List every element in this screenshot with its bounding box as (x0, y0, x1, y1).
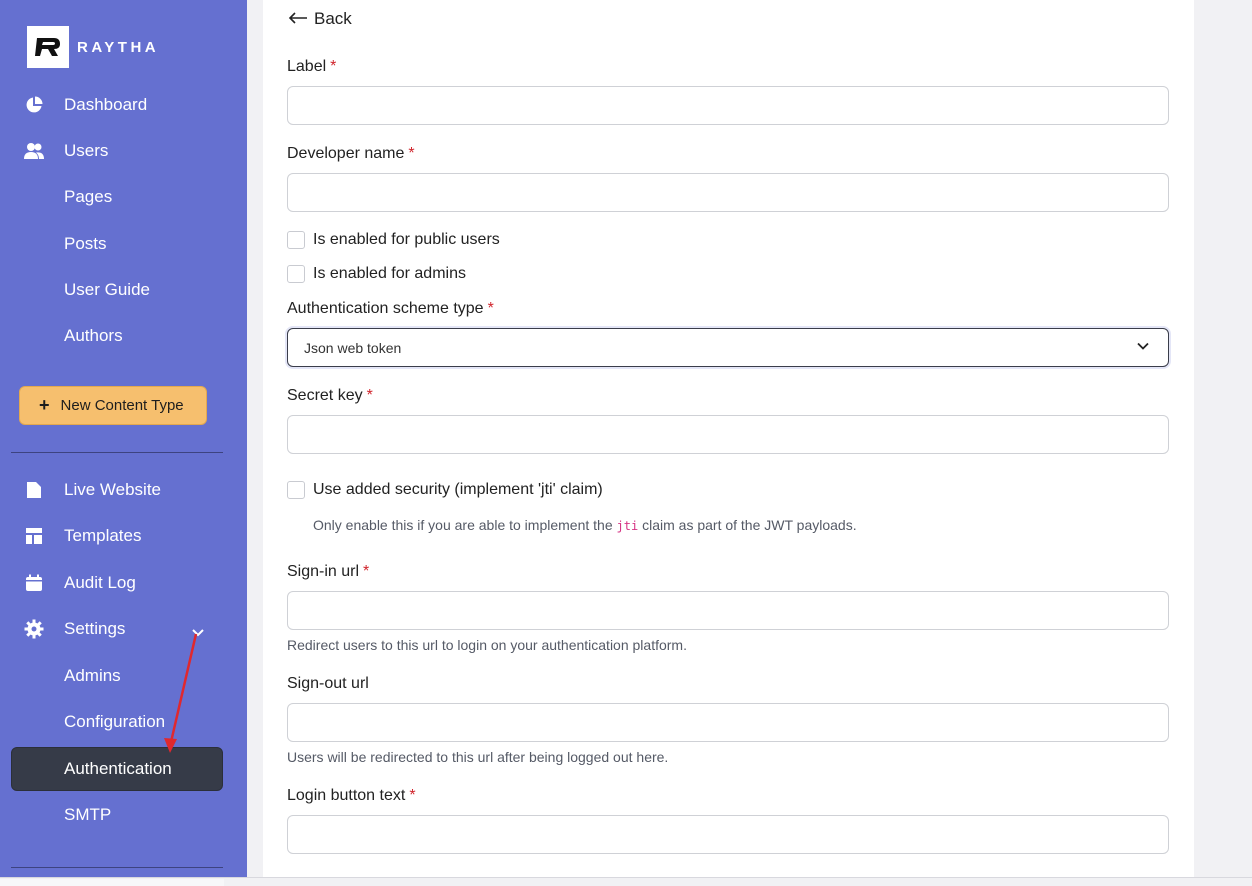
sidebar-item-label: Authentication (64, 759, 172, 778)
sidebar-item-dashboard[interactable]: Dashboard (0, 86, 247, 124)
sidebar-item-live-website[interactable]: Live Website (0, 471, 247, 509)
signin-url-input[interactable] (287, 591, 1169, 630)
jti-label: Use added security (implement 'jti' clai… (313, 481, 603, 498)
sidebar-item-label: Admins (64, 666, 121, 685)
signout-url-help: Users will be redirected to this url aft… (287, 749, 669, 765)
signin-url-help: Redirect users to this url to login on y… (287, 637, 687, 653)
chevron-down-icon (1136, 339, 1150, 358)
jti-checkbox[interactable] (287, 481, 305, 499)
sidebar-item-label: Templates (64, 526, 142, 545)
jti-code: jti (616, 519, 639, 533)
label-field-label: Label * (287, 58, 337, 75)
sidebar-item-authentication[interactable]: Authentication (11, 747, 223, 791)
signout-url-input[interactable] (287, 703, 1169, 742)
label-input[interactable] (287, 86, 1169, 125)
sidebar: RAYTHA Dashboard Users Pages Posts User … (0, 0, 247, 886)
users-icon (24, 141, 44, 161)
enabled-admins-checkbox-row[interactable]: Is enabled for admins (287, 265, 466, 283)
jti-help-text: Only enable this if you are able to impl… (313, 517, 857, 533)
sidebar-item-smtp[interactable]: SMTP (0, 796, 247, 834)
back-label: Back (314, 8, 352, 28)
pie-chart-icon (24, 95, 44, 115)
new-content-type-button[interactable]: + New Content Type (19, 386, 207, 425)
back-link[interactable]: Back (288, 7, 352, 30)
jti-checkbox-row[interactable]: Use added security (implement 'jti' clai… (287, 481, 603, 499)
signout-url-label: Sign-out url (287, 675, 369, 692)
gear-icon (24, 619, 44, 639)
sidebar-item-configuration[interactable]: Configuration (0, 703, 247, 741)
enabled-public-checkbox[interactable] (287, 231, 305, 249)
required-mark: * (366, 387, 373, 404)
sidebar-item-label: Live Website (64, 480, 162, 499)
sidebar-item-admins[interactable]: Admins (0, 657, 247, 695)
layout-icon (24, 526, 44, 546)
required-mark: * (409, 787, 416, 804)
sidebar-item-label: Posts (64, 234, 107, 253)
developer-name-input[interactable] (287, 173, 1169, 212)
logo[interactable]: RAYTHA (27, 26, 159, 68)
required-mark: * (330, 58, 337, 75)
required-mark: * (408, 145, 415, 162)
required-mark: * (487, 300, 494, 317)
sidebar-item-label: User Guide (64, 280, 150, 299)
sidebar-item-pages[interactable]: Pages (0, 178, 247, 216)
sidebar-item-templates[interactable]: Templates (0, 517, 247, 555)
scrollbar-thumb[interactable] (0, 879, 224, 886)
calendar-icon (24, 573, 44, 593)
required-mark: * (363, 563, 370, 580)
enabled-public-label: Is enabled for public users (313, 231, 500, 248)
sidebar-item-authors[interactable]: Authors (0, 317, 247, 355)
sidebar-item-label: Authors (64, 326, 123, 345)
sidebar-item-label: Audit Log (64, 573, 136, 592)
sidebar-item-label: Configuration (64, 712, 166, 731)
sidebar-divider (11, 867, 223, 868)
sidebar-item-posts[interactable]: Posts (0, 225, 247, 263)
signin-url-label: Sign-in url * (287, 563, 370, 580)
sidebar-item-settings[interactable]: Settings (0, 610, 247, 648)
login-button-text-input[interactable] (287, 815, 1169, 854)
secret-key-label: Secret key * (287, 387, 373, 404)
secret-key-input[interactable] (287, 415, 1169, 454)
logo-text: RAYTHA (77, 38, 160, 56)
arrow-left-icon (288, 7, 308, 30)
chevron-down-icon[interactable] (191, 623, 205, 643)
scheme-type-label: Authentication scheme type * (287, 300, 494, 317)
scheme-type-value: Json web token (304, 339, 402, 356)
sidebar-item-label: Dashboard (64, 95, 148, 114)
sidebar-item-audit-log[interactable]: Audit Log (0, 564, 247, 602)
sidebar-item-label: Settings (64, 619, 126, 638)
login-button-text-label: Login button text * (287, 787, 416, 804)
sidebar-item-users[interactable]: Users (0, 132, 247, 170)
raytha-logo-icon (27, 26, 69, 68)
new-content-type-label: New Content Type (60, 397, 184, 414)
scheme-type-select[interactable]: Json web token (287, 328, 1169, 367)
sidebar-item-label: Pages (64, 187, 113, 206)
file-icon (24, 480, 44, 500)
plus-icon: + (39, 395, 50, 415)
sidebar-divider (11, 452, 223, 453)
enabled-admins-label: Is enabled for admins (313, 265, 466, 282)
enabled-admins-checkbox[interactable] (287, 265, 305, 283)
enabled-public-checkbox-row[interactable]: Is enabled for public users (287, 231, 500, 249)
sidebar-item-label: Users (64, 141, 109, 160)
sidebar-item-label: SMTP (64, 805, 112, 824)
sidebar-item-user-guide[interactable]: User Guide (0, 271, 247, 309)
developer-name-label: Developer name * (287, 145, 415, 162)
